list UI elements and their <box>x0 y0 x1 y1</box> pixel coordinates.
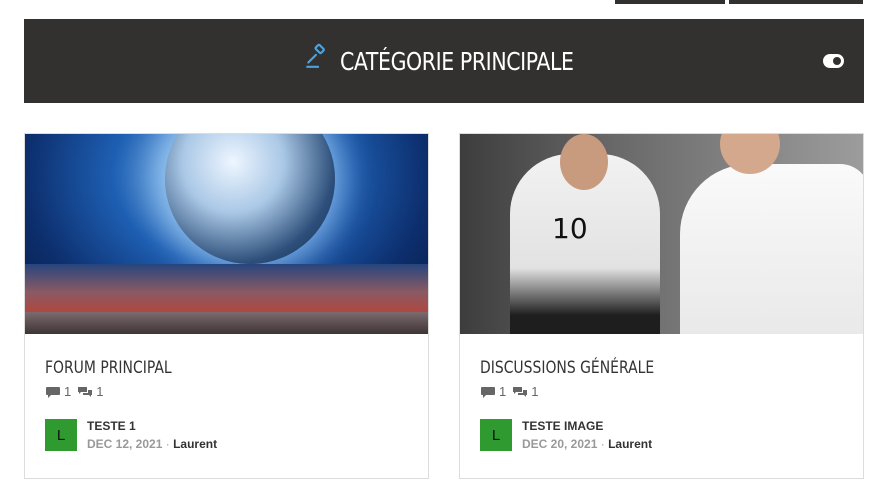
meta-separator: · <box>165 437 170 451</box>
posts-count: 1 <box>96 384 104 399</box>
posts-count: 1 <box>531 384 539 399</box>
last-post-date: DEC 12, 2021 <box>87 437 163 451</box>
forum-card-body: FORUM PRINCIPAL 1 1 L TESTE 1 DEC 12, 20… <box>25 334 428 451</box>
last-post-info: TESTE IMAGE DEC 20, 2021 · Laurent <box>522 419 652 451</box>
last-post-meta: DEC 12, 2021 · Laurent <box>87 437 217 451</box>
forum-image-players[interactable]: 10 <box>460 134 863 334</box>
avatar[interactable]: L <box>45 419 77 451</box>
last-post-meta: DEC 20, 2021 · Laurent <box>522 437 652 451</box>
category-title-wrap: CATÉGORIE PRINCIPALE <box>304 43 585 76</box>
jersey-number: 10 <box>552 212 588 245</box>
comment-icon <box>481 386 495 398</box>
category-header: CATÉGORIE PRINCIPALE <box>24 19 864 103</box>
last-post: L TESTE IMAGE DEC 20, 2021 · Laurent <box>480 419 843 451</box>
forum-title[interactable]: FORUM PRINCIPAL <box>45 358 172 378</box>
top-tab-2[interactable] <box>729 0 863 4</box>
forum-card[interactable]: FORUM PRINCIPAL 1 1 L TESTE 1 DEC 12, 20… <box>24 133 429 479</box>
forum-image-soccer-ball[interactable] <box>25 134 428 334</box>
forum-stats: 1 1 <box>480 384 843 399</box>
posts-stat: 1 <box>512 384 538 399</box>
avatar[interactable]: L <box>480 419 512 451</box>
top-tab-1[interactable] <box>615 0 725 4</box>
forum-stats: 1 1 <box>45 384 408 399</box>
posts-stat: 1 <box>77 384 103 399</box>
topics-count: 1 <box>64 384 72 399</box>
last-post-topic[interactable]: TESTE IMAGE <box>522 419 652 433</box>
field-shape <box>25 312 428 334</box>
forum-title[interactable]: DISCUSSIONS GÉNÉRALE <box>480 358 654 378</box>
comments-icon <box>78 386 93 397</box>
meta-separator: · <box>600 437 605 451</box>
last-post-user[interactable]: Laurent <box>608 437 652 451</box>
last-post-date: DEC 20, 2021 <box>522 437 598 451</box>
forum-card[interactable]: 10 DISCUSSIONS GÉNÉRALE 1 1 L TESTE IMAG… <box>459 133 864 479</box>
topics-stat: 1 <box>45 384 71 399</box>
topics-stat: 1 <box>480 384 506 399</box>
last-post: L TESTE 1 DEC 12, 2021 · Laurent <box>45 419 408 451</box>
ball-shape <box>165 134 335 264</box>
comment-icon <box>46 386 60 398</box>
category-title[interactable]: CATÉGORIE PRINCIPALE <box>340 47 574 76</box>
comments-icon <box>513 386 528 397</box>
player-head-shape <box>560 134 608 190</box>
player-shape <box>680 164 863 334</box>
gavel-icon <box>305 43 325 68</box>
last-post-user[interactable]: Laurent <box>173 437 217 451</box>
last-post-info: TESTE 1 DEC 12, 2021 · Laurent <box>87 419 217 451</box>
last-post-topic[interactable]: TESTE 1 <box>87 419 217 433</box>
topics-count: 1 <box>499 384 507 399</box>
forum-card-body: DISCUSSIONS GÉNÉRALE 1 1 L TESTE IMAGE D… <box>460 334 863 451</box>
top-tabs <box>615 0 863 4</box>
collapse-toggle[interactable] <box>823 54 844 68</box>
